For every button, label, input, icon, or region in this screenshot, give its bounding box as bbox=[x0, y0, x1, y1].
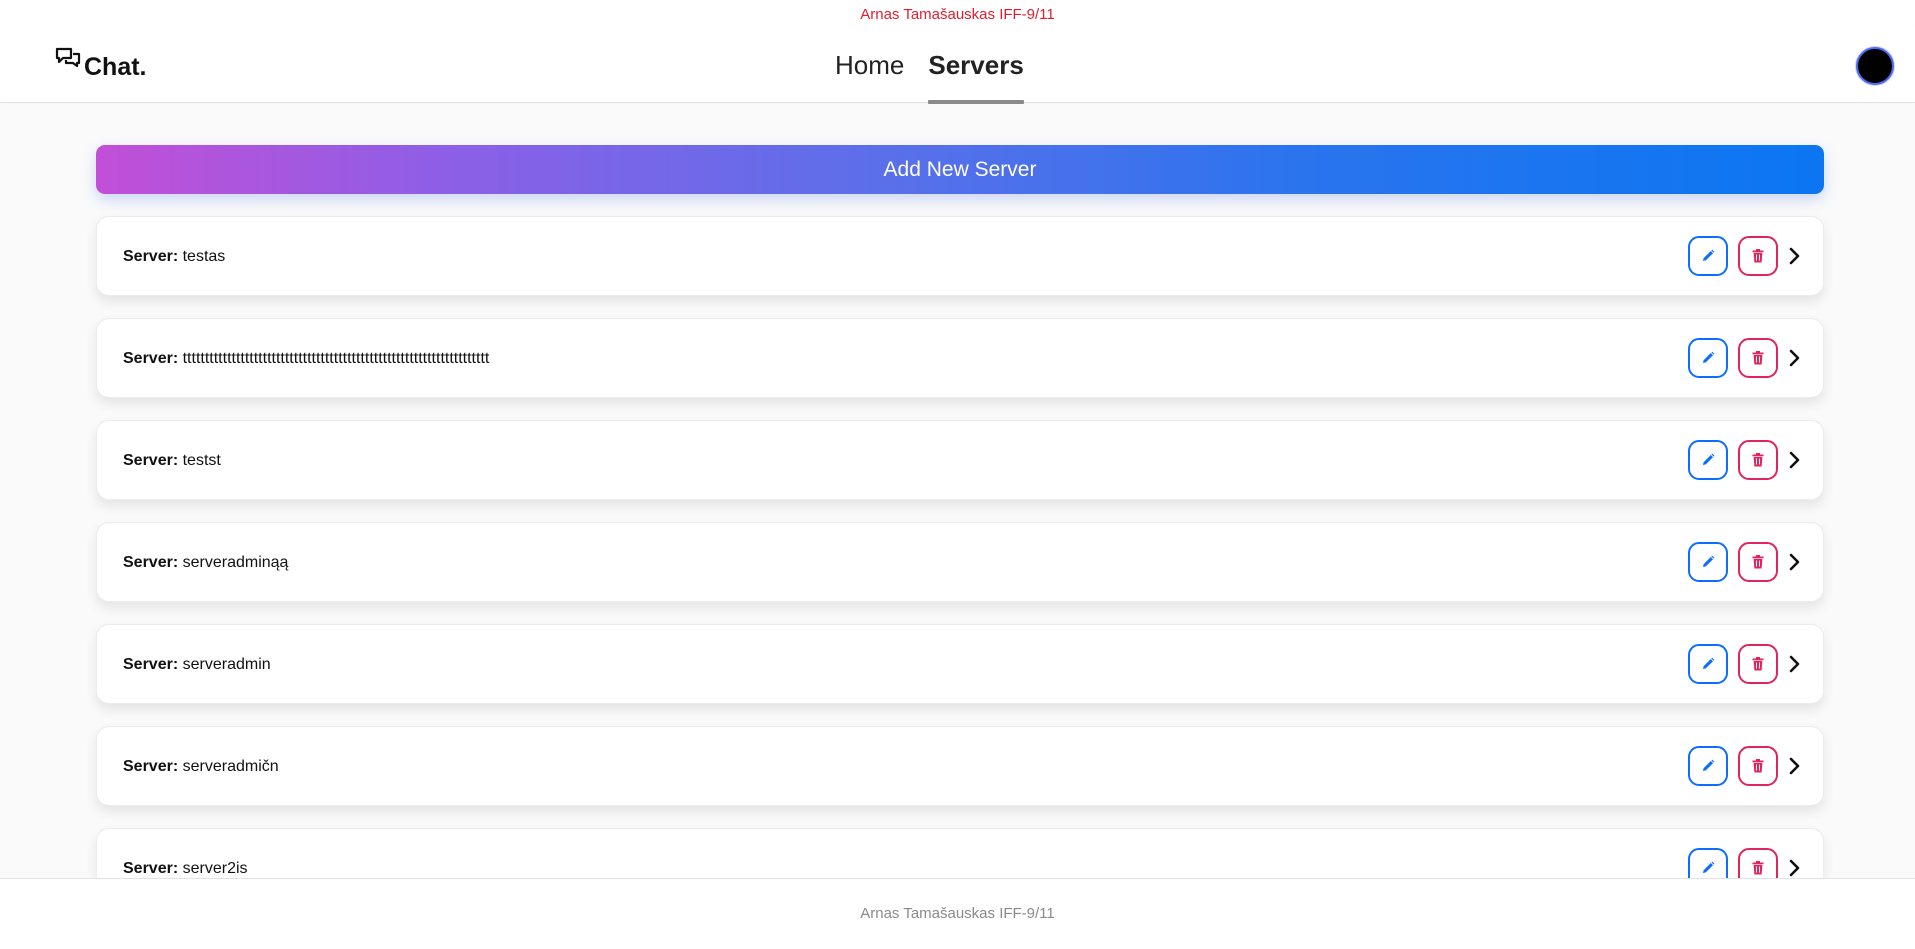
delete-server-button[interactable] bbox=[1738, 542, 1778, 582]
nav-home[interactable]: Home bbox=[835, 26, 904, 103]
server-text: Server: server2is bbox=[123, 829, 248, 878]
pencil-icon bbox=[1700, 860, 1716, 876]
delete-server-button[interactable] bbox=[1738, 644, 1778, 684]
trash-icon bbox=[1750, 758, 1766, 774]
server-name: server2is bbox=[182, 860, 248, 877]
edit-server-button[interactable] bbox=[1688, 440, 1728, 480]
server-row[interactable]: Server: tttttttttttttttttttttttttttttttt… bbox=[96, 318, 1824, 398]
delete-server-button[interactable] bbox=[1738, 236, 1778, 276]
chevron-right-icon[interactable] bbox=[1783, 653, 1805, 675]
edit-server-button[interactable] bbox=[1688, 644, 1728, 684]
server-label: Server: bbox=[123, 758, 179, 775]
server-text: Server: serveradmin bbox=[123, 625, 271, 705]
edit-server-button[interactable] bbox=[1688, 848, 1728, 878]
nav-servers[interactable]: Servers bbox=[928, 26, 1025, 104]
edit-server-button[interactable] bbox=[1688, 542, 1728, 582]
server-row[interactable]: Server: serveradmin bbox=[96, 624, 1824, 704]
trash-icon bbox=[1750, 656, 1766, 672]
trash-icon bbox=[1750, 452, 1766, 468]
avatar[interactable] bbox=[1856, 47, 1894, 85]
server-row[interactable]: Server: server2is bbox=[96, 828, 1824, 878]
pencil-icon bbox=[1700, 758, 1716, 774]
server-name: serveradmin bbox=[182, 656, 271, 673]
edit-server-button[interactable] bbox=[1688, 746, 1728, 786]
trash-icon bbox=[1750, 554, 1766, 570]
server-label: Server: bbox=[123, 554, 179, 571]
chevron-right-icon[interactable] bbox=[1783, 857, 1805, 878]
edit-server-button[interactable] bbox=[1688, 338, 1728, 378]
pencil-icon bbox=[1700, 656, 1716, 672]
server-label: Server: bbox=[123, 248, 179, 265]
server-name: serveradmičn bbox=[182, 758, 279, 775]
delete-server-button[interactable] bbox=[1738, 338, 1778, 378]
brand-name: Chat. bbox=[84, 53, 147, 81]
navbar: Chat. Home Servers bbox=[0, 26, 1915, 104]
chevron-right-icon[interactable] bbox=[1783, 449, 1805, 471]
server-name: tttttttttttttttttttttttttttttttttttttttt… bbox=[182, 350, 490, 367]
server-row[interactable]: Server: testst bbox=[96, 420, 1824, 500]
server-label: Server: bbox=[123, 860, 179, 877]
server-text: Server: testas bbox=[123, 217, 225, 297]
trash-icon bbox=[1750, 248, 1766, 264]
pencil-icon bbox=[1700, 350, 1716, 366]
main-content: Add New Server Server: testas Server: ttt… bbox=[0, 104, 1915, 878]
delete-server-button[interactable] bbox=[1738, 848, 1778, 878]
chevron-right-icon[interactable] bbox=[1783, 245, 1805, 267]
pencil-icon bbox=[1700, 554, 1716, 570]
server-row[interactable]: Server: serveradmičn bbox=[96, 726, 1824, 806]
server-label: Server: bbox=[123, 350, 179, 367]
server-text: Server: testst bbox=[123, 421, 221, 501]
server-label: Server: bbox=[123, 656, 179, 673]
trash-icon bbox=[1750, 350, 1766, 366]
server-name: serveradminąą bbox=[182, 554, 289, 571]
server-name: testst bbox=[182, 452, 221, 469]
brand-logo[interactable]: Chat. bbox=[55, 46, 147, 82]
edit-server-button[interactable] bbox=[1688, 236, 1728, 276]
server-text: Server: tttttttttttttttttttttttttttttttt… bbox=[123, 319, 489, 399]
delete-server-button[interactable] bbox=[1738, 440, 1778, 480]
delete-server-button[interactable] bbox=[1738, 746, 1778, 786]
trash-icon bbox=[1750, 860, 1766, 876]
main-nav: Home Servers bbox=[835, 26, 1048, 104]
chevron-right-icon[interactable] bbox=[1783, 755, 1805, 777]
server-name: testas bbox=[182, 248, 226, 265]
pencil-icon bbox=[1700, 248, 1716, 264]
chat-bubbles-icon bbox=[55, 47, 81, 68]
chevron-right-icon[interactable] bbox=[1783, 347, 1805, 369]
server-row[interactable]: Server: serveradminąą bbox=[96, 522, 1824, 602]
footer: Arnas Tamašauskas IFF-9/11 bbox=[0, 878, 1915, 947]
chevron-right-icon[interactable] bbox=[1783, 551, 1805, 573]
add-new-server-button[interactable]: Add New Server bbox=[96, 145, 1824, 194]
server-text: Server: serveradminąą bbox=[123, 523, 288, 603]
pencil-icon bbox=[1700, 452, 1716, 468]
server-list: Server: testas Server: tttttttttttttttttt… bbox=[96, 216, 1824, 878]
server-label: Server: bbox=[123, 452, 179, 469]
top-banner: Arnas Tamašauskas IFF-9/11 bbox=[860, 6, 1055, 23]
server-text: Server: serveradmičn bbox=[123, 727, 279, 807]
server-row[interactable]: Server: testas bbox=[96, 216, 1824, 296]
